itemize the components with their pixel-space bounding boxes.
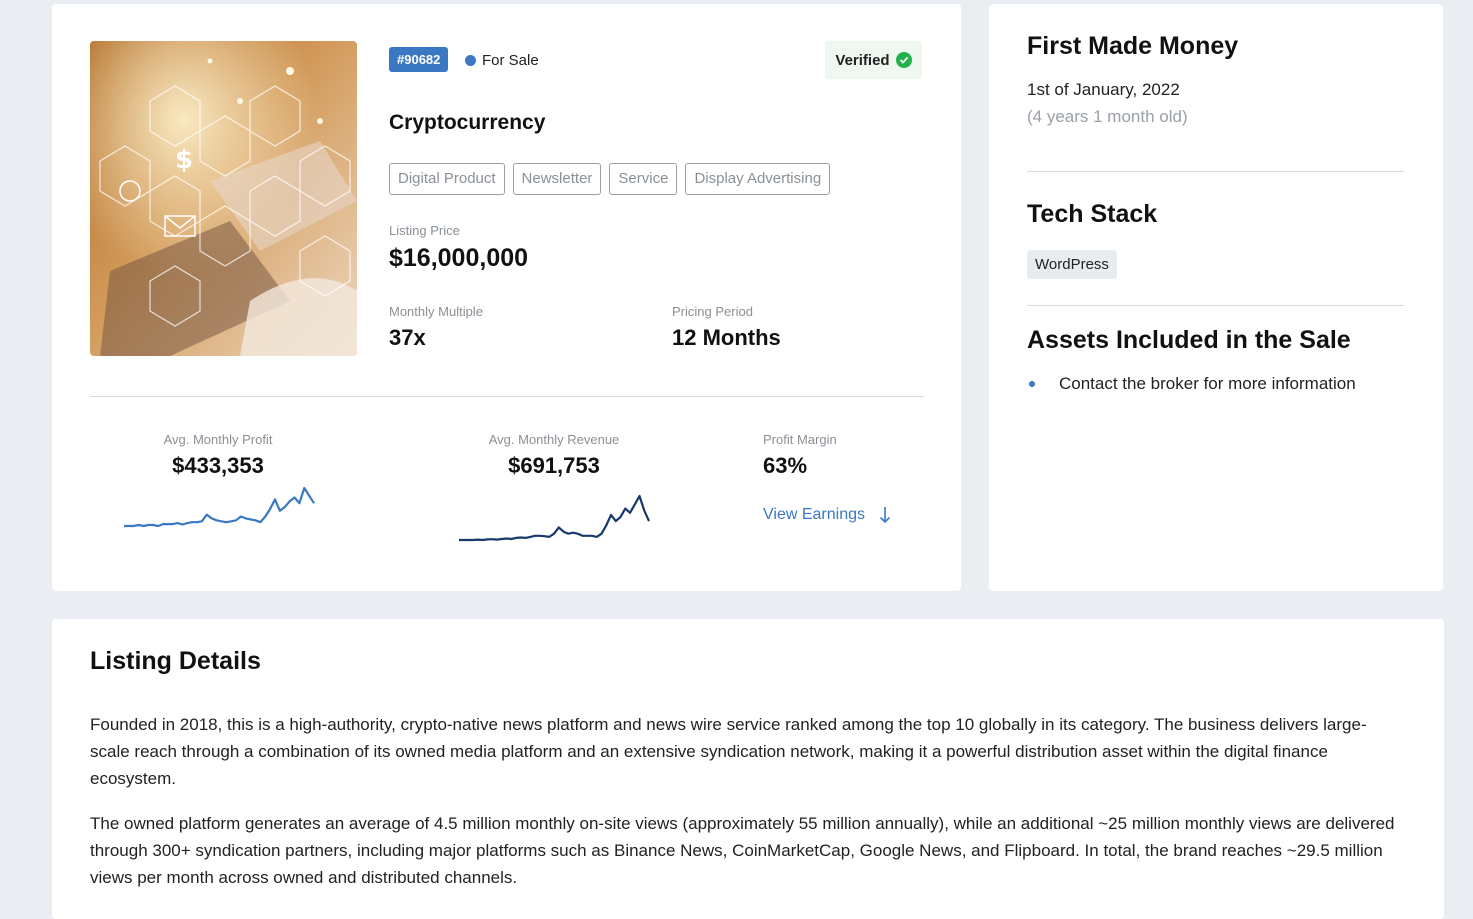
asset-item-label: Contact the broker for more information (1059, 374, 1356, 393)
tech-stack-heading: Tech Stack (1027, 200, 1158, 228)
first-made-money-date: 1st of January, 2022 (1027, 80, 1180, 99)
business-info-card: First Made Money 1st of January, 2022 (4… (989, 4, 1443, 591)
revenue-sparkline (459, 494, 651, 542)
listing-title: Cryptocurrency (389, 111, 546, 134)
listing-tags: Digital Product Newsletter Service Displ… (389, 163, 831, 195)
verified-label: Verified (835, 51, 890, 69)
listing-status: For Sale (465, 52, 539, 69)
avg-monthly-profit-value: $433,353 (172, 453, 264, 478)
status-dot-icon (465, 55, 476, 66)
tag-newsletter[interactable]: Newsletter (512, 163, 602, 195)
section-divider (90, 396, 924, 397)
view-earnings-label: View Earnings (763, 506, 865, 523)
revenue-sparkline-line (459, 494, 651, 542)
verified-badge: Verified (825, 41, 922, 79)
profit-sparkline (124, 486, 315, 528)
avg-monthly-revenue-label: Avg. Monthly Revenue (488, 432, 620, 447)
assets-heading: Assets Included in the Sale (1027, 326, 1351, 354)
first-made-money-heading: First Made Money (1027, 32, 1239, 60)
profit-sparkline-line (124, 486, 315, 528)
first-made-money-age: (4 years 1 month old) (1027, 107, 1188, 126)
tag-digital-product[interactable]: Digital Product (389, 163, 505, 195)
listing-price-label: Listing Price (389, 223, 460, 238)
details-paragraph-1: Founded in 2018, this is a high-authorit… (90, 715, 1367, 788)
asset-list-item: Contact the broker for more information (1027, 374, 1356, 394)
listing-thumbnail[interactable]: $ (90, 41, 357, 356)
bullet-icon (1029, 381, 1035, 387)
listing-summary-card: $ #90682 For Sale Verified Cryptocurrenc… (52, 4, 961, 591)
pricing-period-value: 12 Months (672, 325, 781, 350)
pricing-period-label: Pricing Period (672, 304, 753, 319)
sidebar-divider (1027, 305, 1404, 306)
status-label: For Sale (482, 52, 539, 69)
svg-text:$: $ (175, 145, 193, 175)
listing-details-card: Listing Details Founded in 2018, this is… (52, 619, 1444, 919)
listing-details-heading: Listing Details (90, 647, 261, 675)
listing-price-value: $16,000,000 (389, 244, 529, 272)
details-paragraph-2: The owned platform generates an average … (90, 814, 1395, 887)
avg-monthly-profit-label: Avg. Monthly Profit (163, 432, 273, 447)
arrow-down-icon (879, 507, 891, 524)
checkmark-icon (895, 52, 912, 68)
listing-id-badge: #90682 (389, 47, 449, 72)
profit-margin-value: 63% (763, 453, 808, 478)
tag-service[interactable]: Service (609, 163, 678, 195)
sidebar-divider (1027, 171, 1404, 172)
tag-display-advertising[interactable]: Display Advertising (685, 163, 831, 195)
profit-margin-label: Profit Margin (763, 432, 837, 447)
monthly-multiple-value: 37x (389, 325, 426, 350)
crypto-laptop-image: $ (90, 41, 357, 356)
avg-monthly-revenue-value: $691,753 (508, 453, 600, 478)
monthly-multiple-label: Monthly Multiple (389, 304, 483, 319)
view-earnings-link[interactable]: View Earnings (763, 506, 891, 524)
tech-tag-wordpress: WordPress (1027, 250, 1117, 279)
